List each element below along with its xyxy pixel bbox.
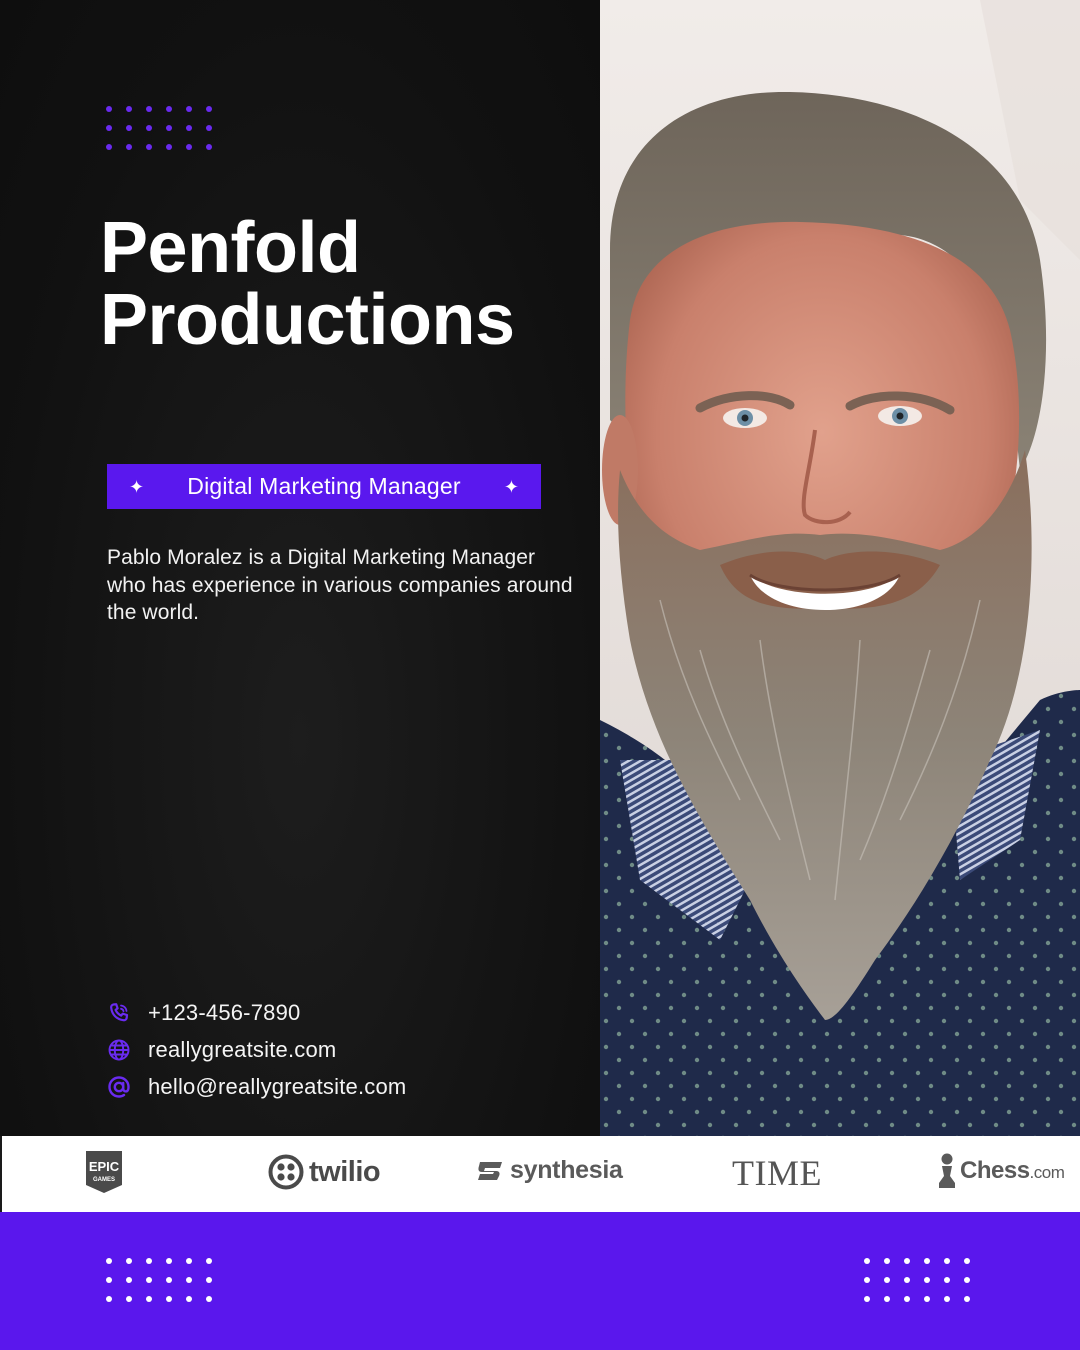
twilio-mark-icon — [268, 1154, 304, 1190]
phone-icon — [107, 1001, 131, 1025]
contact-list: +123-456-7890 reallygreatsite.com hello@… — [107, 994, 406, 1105]
contact-email-text: hello@reallygreatsite.com — [148, 1073, 407, 1099]
globe-icon — [107, 1038, 131, 1062]
decorative-dots-top — [106, 106, 212, 150]
contact-phone[interactable]: +123-456-7890 — [107, 994, 406, 1031]
chess-com-logo: Chess.com — [936, 1152, 1065, 1190]
company-title-line2: Productions — [100, 280, 515, 360]
epic-logo-line2: GAMES — [93, 1177, 115, 1183]
portrait-photo — [600, 0, 1080, 1136]
twilio-wordmark: twilio — [309, 1155, 381, 1188]
role-label: Digital Marketing Manager — [187, 473, 461, 499]
sparkle-icon: ✦ — [129, 476, 145, 497]
epic-logo-line1: EPIC — [89, 1159, 120, 1174]
decorative-dots-bottom-right — [864, 1258, 970, 1302]
contact-website-text: reallygreatsite.com — [148, 1036, 337, 1062]
chess-pawn-icon — [939, 1153, 955, 1188]
at-sign-icon — [107, 1075, 131, 1099]
contact-email[interactable]: hello@reallygreatsite.com — [107, 1068, 406, 1105]
time-wordmark: TIME — [732, 1153, 822, 1193]
sparkle-icon: ✦ — [503, 476, 519, 497]
twilio-logo: twilio — [268, 1154, 381, 1190]
role-badge: ✦ Digital Marketing Manager ✦ — [107, 464, 541, 509]
client-logos-bar: EPIC GAMES twilio synthesia TIME Chess.c… — [0, 1136, 1080, 1212]
time-logo: TIME — [732, 1152, 822, 1194]
epic-games-logo: EPIC GAMES — [84, 1149, 124, 1195]
synthesia-logo: synthesia — [476, 1156, 623, 1185]
chess-wordmark: Chess.com — [960, 1157, 1065, 1185]
bio-text: Pablo Moralez is a Digital Marketing Man… — [107, 546, 573, 624]
chess-wordmark-suffix: .com — [1029, 1163, 1065, 1182]
chess-wordmark-main: Chess — [960, 1157, 1030, 1184]
company-title: Penfold Productions — [100, 212, 590, 356]
contact-website[interactable]: reallygreatsite.com — [107, 1031, 406, 1068]
portrait-illustration — [600, 0, 1080, 1136]
synthesia-mark-icon — [478, 1161, 502, 1180]
company-title-line1: Penfold — [100, 208, 361, 288]
contact-phone-text: +123-456-7890 — [148, 999, 301, 1025]
decorative-dots-bottom-left — [106, 1258, 212, 1302]
synthesia-wordmark: synthesia — [510, 1156, 623, 1184]
